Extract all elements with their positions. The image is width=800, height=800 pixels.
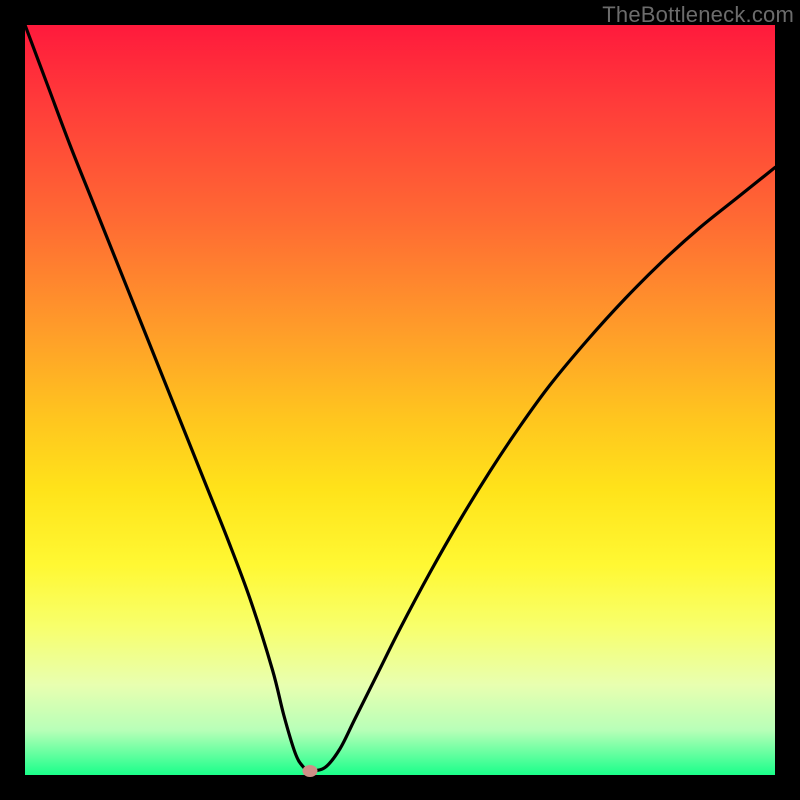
chart-curve-svg xyxy=(25,25,775,775)
chart-frame xyxy=(25,25,775,775)
bottleneck-curve xyxy=(25,25,775,771)
optimum-marker xyxy=(303,765,318,777)
